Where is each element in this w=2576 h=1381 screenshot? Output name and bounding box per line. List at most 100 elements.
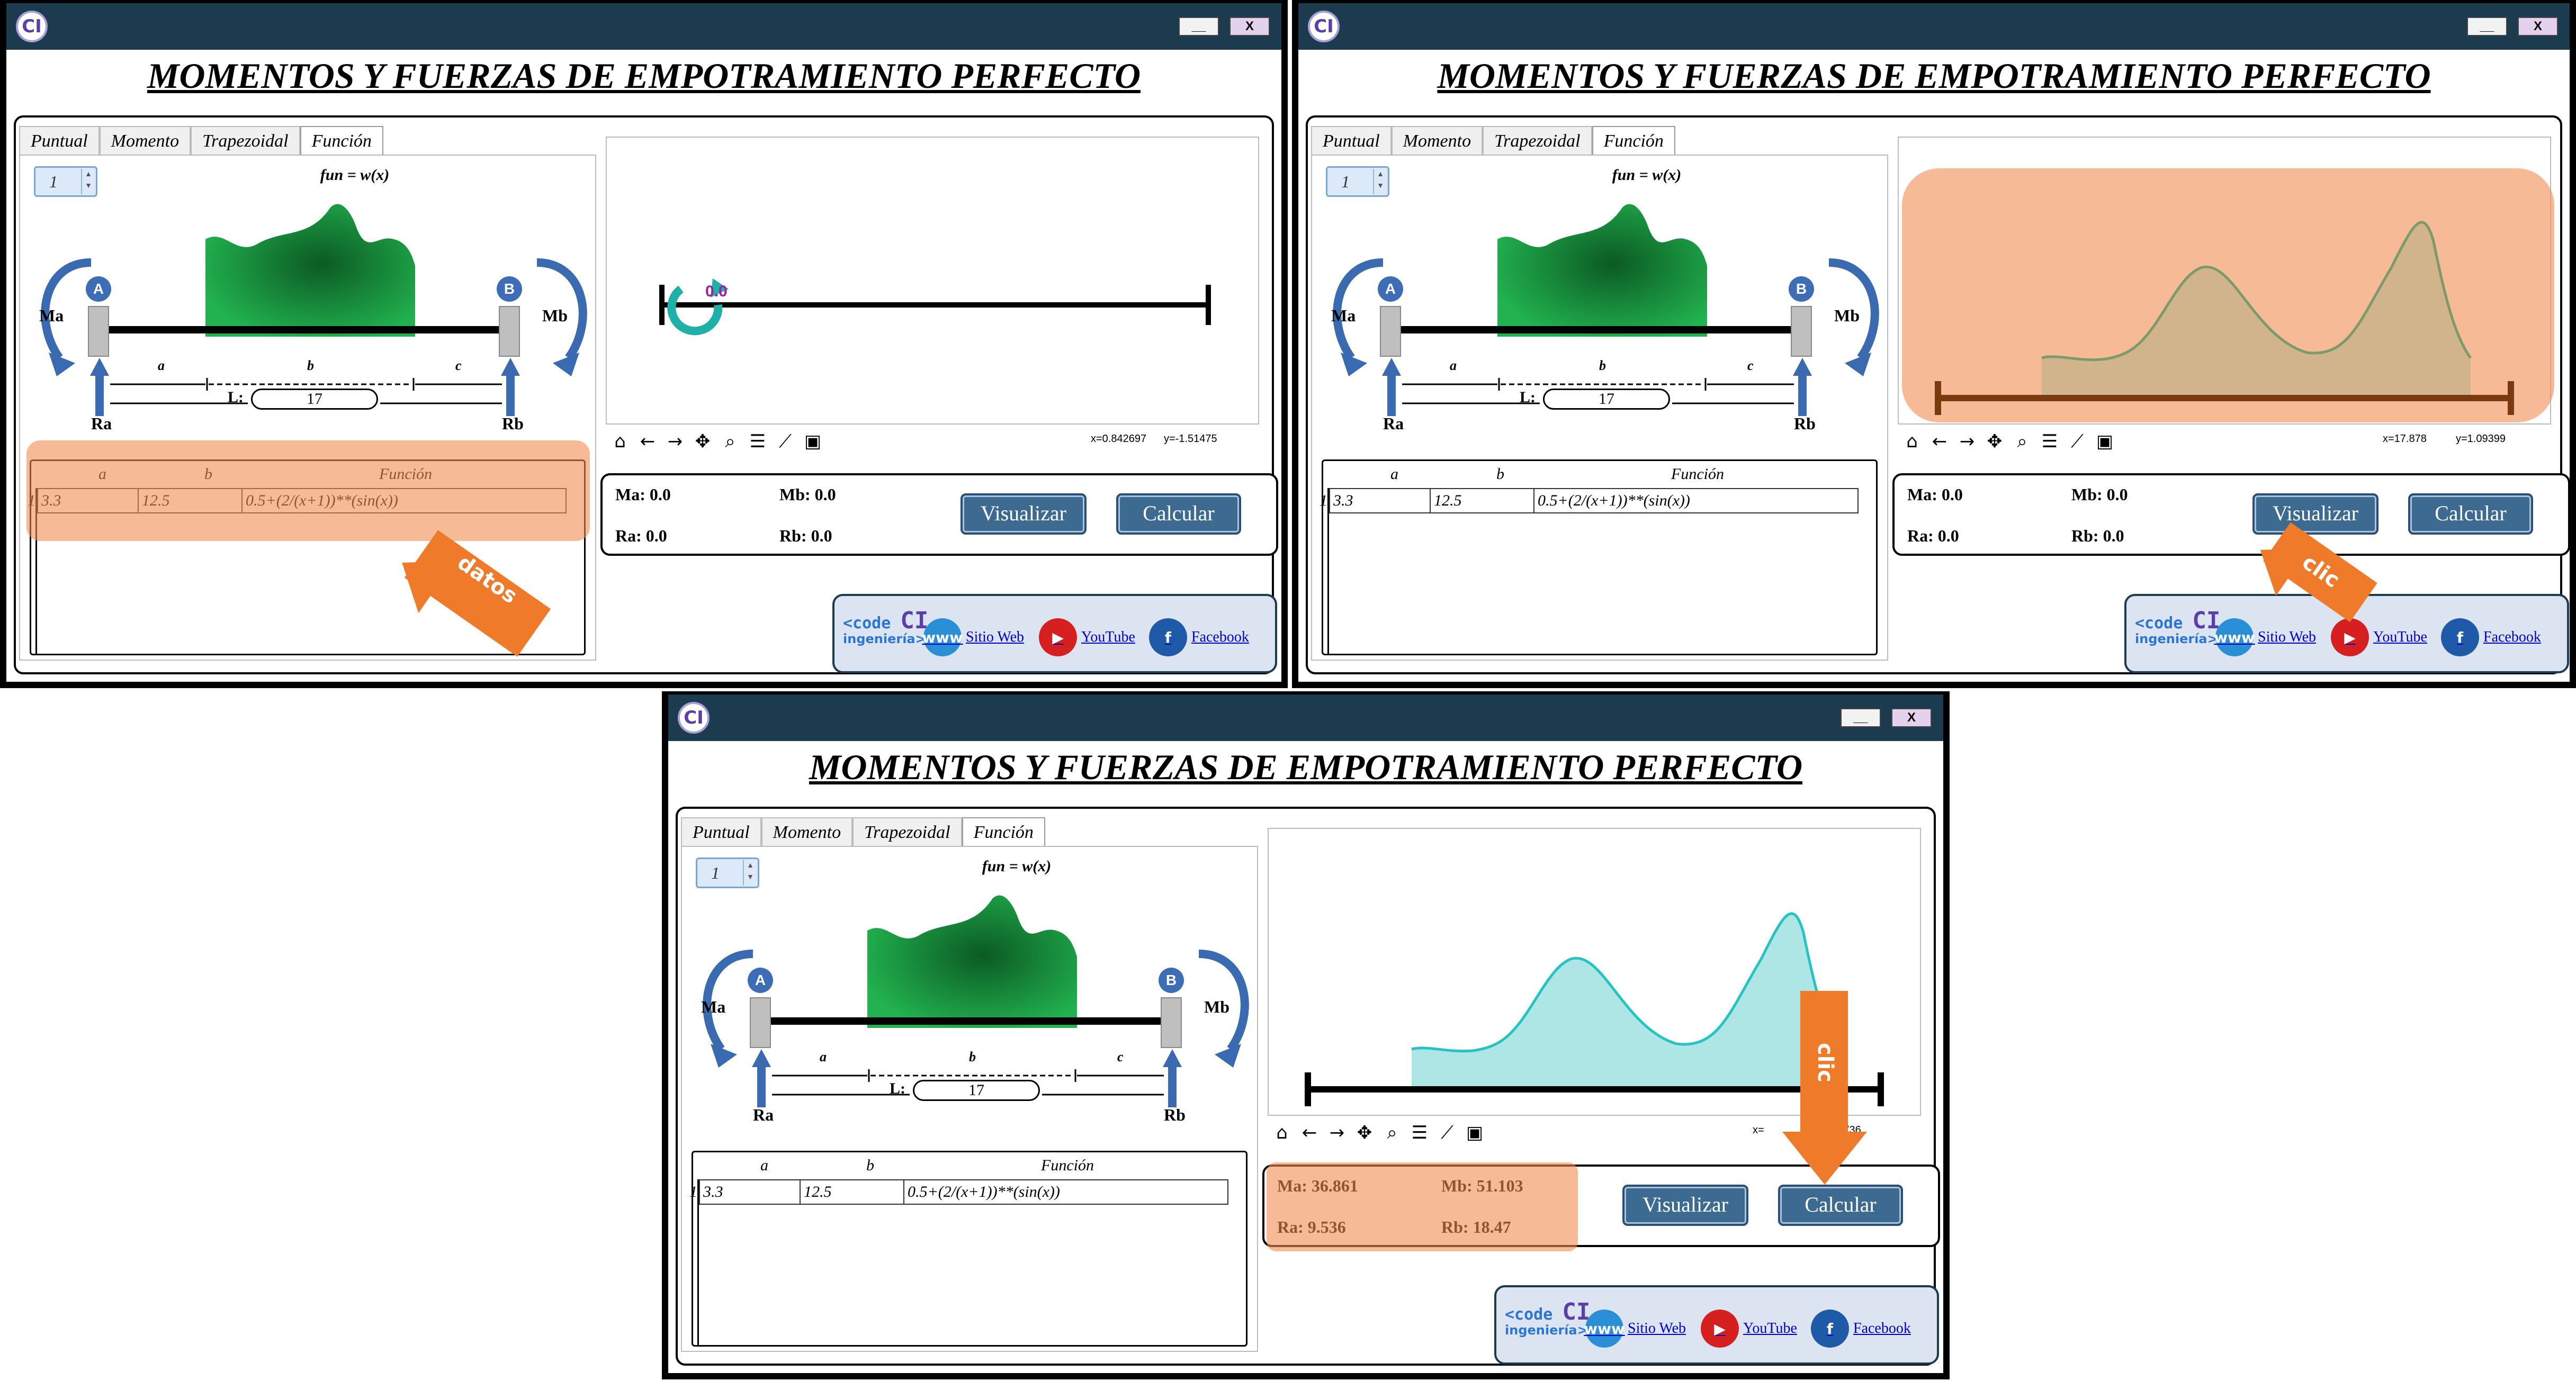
table-row[interactable]: 3.3 12.5 0.5+(2/(x+1))**(sin(x)) xyxy=(1329,488,1859,513)
visualize-button[interactable]: Visualizar xyxy=(2252,493,2378,535)
load-count-spinner[interactable]: 1 ▲ ▼ xyxy=(696,858,759,888)
links-panel: <code CI ingeniería> www Sitio Web ▶ YouTub… xyxy=(832,594,1277,673)
edit-axes-icon[interactable]: ⟋ xyxy=(2066,431,2088,455)
zoom-icon[interactable]: ⌕ xyxy=(719,431,741,455)
close-button[interactable]: X xyxy=(1229,17,1270,36)
zoom-icon[interactable]: ⌕ xyxy=(1381,1122,1403,1147)
code-ci-logo: <code CI ingeniería> xyxy=(843,607,929,647)
tab-trapezoidal[interactable]: Trapezoidal xyxy=(1483,126,1592,156)
cell-funcion[interactable]: 0.5+(2/(x+1))**(sin(x)) xyxy=(1534,489,1690,512)
mb-label: Mb xyxy=(1834,306,1860,325)
back-arrow-icon[interactable]: ← xyxy=(1298,1122,1321,1147)
spinner-arrows-icon[interactable]: ▲ ▼ xyxy=(1373,169,1387,194)
spinner-arrows-icon[interactable]: ▲ ▼ xyxy=(81,169,95,194)
edit-axes-icon[interactable]: ⟋ xyxy=(1436,1122,1458,1147)
tab-trapezoidal[interactable]: Trapezoidal xyxy=(191,126,300,156)
plot-toolbar: ⌂ ← → ✥ ⌕ ☰ ⟋ ▣ xyxy=(609,431,824,455)
calculate-button[interactable]: Calcular xyxy=(1116,493,1241,535)
tab-funcion[interactable]: Función xyxy=(962,817,1045,847)
youtube-link[interactable]: ▶ YouTube xyxy=(1039,618,1135,656)
function-label: fun = w(x) xyxy=(320,166,390,184)
result-rb: Rb: 0.0 xyxy=(779,526,832,545)
beam xyxy=(1394,326,1796,333)
close-button[interactable]: X xyxy=(2518,17,2558,36)
rb-label: Rb xyxy=(1794,414,1816,433)
app-logo-icon: CI xyxy=(1308,11,1340,42)
length-field[interactable]: 17 xyxy=(913,1080,1040,1101)
minimize-button[interactable]: __ xyxy=(2467,17,2507,36)
close-button[interactable]: X xyxy=(1891,708,1932,727)
configure-icon[interactable]: ☰ xyxy=(1408,1122,1431,1147)
pan-icon[interactable]: ✥ xyxy=(1983,431,2006,455)
back-arrow-icon[interactable]: ← xyxy=(636,431,659,455)
tab-puntual[interactable]: Puntual xyxy=(19,126,100,156)
website-link[interactable]: www Sitio Web xyxy=(1584,1310,1686,1348)
spinner-value: 1 xyxy=(49,172,58,191)
forward-arrow-icon[interactable]: → xyxy=(1326,1122,1348,1147)
cell-b[interactable]: 12.5 xyxy=(1431,489,1534,512)
tab-funcion[interactable]: Función xyxy=(300,126,383,156)
result-rb: Rb: 0.0 xyxy=(2071,526,2124,545)
configure-icon[interactable]: ☰ xyxy=(747,431,769,455)
globe-icon: www xyxy=(922,618,963,656)
length-field[interactable]: 17 xyxy=(251,389,378,410)
minimize-button[interactable]: __ xyxy=(1179,17,1219,36)
forward-arrow-icon[interactable]: → xyxy=(664,431,686,455)
save-icon[interactable]: ▣ xyxy=(1464,1122,1486,1147)
zoom-icon[interactable]: ⌕ xyxy=(2011,431,2033,455)
tab-puntual[interactable]: Puntual xyxy=(1311,126,1392,156)
visualize-button[interactable]: Visualizar xyxy=(1622,1185,1748,1226)
facebook-link[interactable]: f Facebook xyxy=(1811,1310,1911,1348)
facebook-link[interactable]: f Facebook xyxy=(2441,618,2541,656)
calculate-button[interactable]: Calcular xyxy=(2408,493,2533,535)
configure-icon[interactable]: ☰ xyxy=(2039,431,2061,455)
length-label: L: xyxy=(1520,389,1536,406)
youtube-link[interactable]: ▶ YouTube xyxy=(2331,618,2427,656)
forward-arrow-icon[interactable]: → xyxy=(1956,431,1978,455)
load-count-spinner[interactable]: 1 ▲ ▼ xyxy=(1326,166,1389,197)
spinner-arrows-icon[interactable]: ▲ ▼ xyxy=(743,860,757,886)
save-icon[interactable]: ▣ xyxy=(2094,431,2116,455)
youtube-icon: ▶ xyxy=(2331,618,2369,656)
table-row[interactable]: 3.3 12.5 0.5+(2/(x+1))**(sin(x)) xyxy=(699,1179,1228,1205)
plot-marker-label: 0.0 xyxy=(705,283,728,300)
tab-momento[interactable]: Momento xyxy=(99,126,191,156)
minimize-button[interactable]: __ xyxy=(1841,708,1881,727)
cell-b[interactable]: 12.5 xyxy=(801,1180,904,1204)
cell-a[interactable]: 3.3 xyxy=(1330,489,1431,512)
pan-icon[interactable]: ✥ xyxy=(692,431,714,455)
calculate-button[interactable]: Calcular xyxy=(1778,1185,1903,1226)
youtube-link[interactable]: ▶ YouTube xyxy=(1701,1310,1797,1348)
tab-momento[interactable]: Momento xyxy=(761,817,853,847)
home-icon[interactable]: ⌂ xyxy=(1901,431,1923,455)
save-icon[interactable]: ▣ xyxy=(802,431,824,455)
tab-trapezoidal[interactable]: Trapezoidal xyxy=(852,817,962,847)
ma-label: Ma xyxy=(39,306,64,325)
cell-a[interactable]: 3.3 xyxy=(700,1180,801,1204)
visualize-button[interactable]: Visualizar xyxy=(961,493,1087,535)
function-label: fun = w(x) xyxy=(1612,166,1682,184)
load-count-spinner[interactable]: 1 ▲ ▼ xyxy=(34,166,97,197)
title-bar: CI __ X xyxy=(6,3,1281,50)
cell-funcion[interactable]: 0.5+(2/(x+1))**(sin(x)) xyxy=(904,1180,1060,1204)
coord-x-readout: x= xyxy=(1753,1124,1764,1136)
edit-axes-icon[interactable]: ⟋ xyxy=(774,431,796,455)
pan-icon[interactable]: ✥ xyxy=(1353,1122,1376,1147)
home-icon[interactable]: ⌂ xyxy=(1271,1122,1293,1147)
header-a: a xyxy=(1390,465,1398,483)
dim-b-label: b xyxy=(1599,358,1606,373)
reaction-a-arrow-icon xyxy=(90,358,109,416)
page-title: MOMENTOS Y FUERZAS DE EMPOTRAMIENTO PERF… xyxy=(1437,56,2431,96)
dim-b-label: b xyxy=(969,1049,976,1064)
tab-puntual[interactable]: Puntual xyxy=(681,817,761,847)
tab-momento[interactable]: Momento xyxy=(1391,126,1483,156)
coord-x-readout: x=0.842697 xyxy=(1091,433,1147,445)
home-icon[interactable]: ⌂ xyxy=(609,431,631,455)
website-link[interactable]: www Sitio Web xyxy=(2214,618,2316,656)
length-field[interactable]: 17 xyxy=(1543,389,1670,410)
website-link[interactable]: www Sitio Web xyxy=(922,618,1024,656)
mb-label: Mb xyxy=(542,306,568,325)
tab-funcion[interactable]: Función xyxy=(1592,126,1675,156)
back-arrow-icon[interactable]: ← xyxy=(1928,431,1951,455)
facebook-link[interactable]: f Facebook xyxy=(1149,618,1249,656)
